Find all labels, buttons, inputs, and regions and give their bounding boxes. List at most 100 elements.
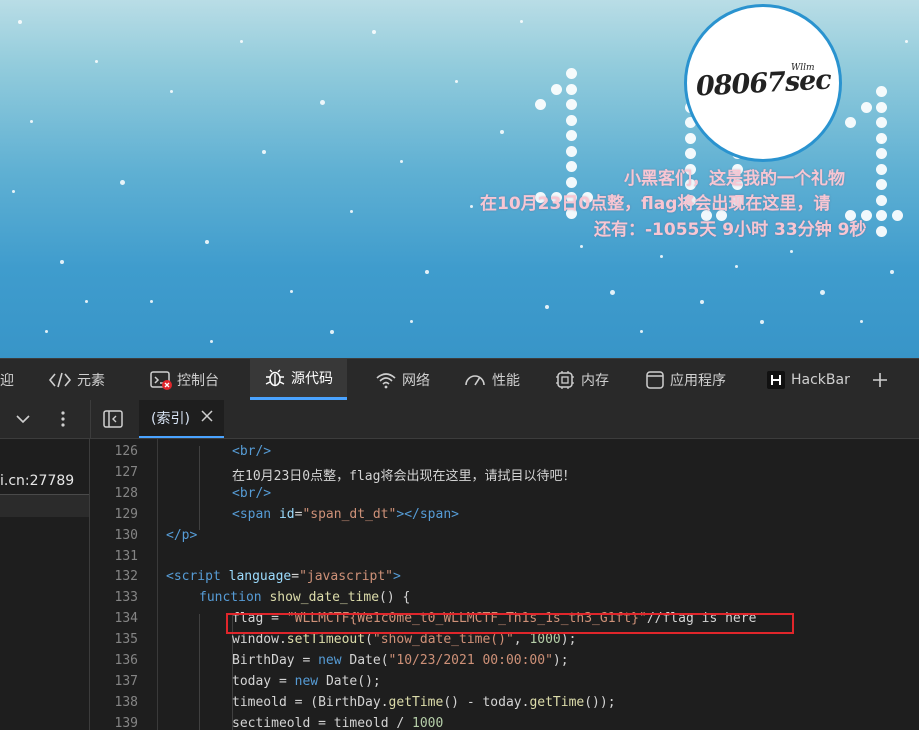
clock-dot <box>876 194 887 206</box>
plus-icon <box>870 370 890 390</box>
snow-dot <box>30 120 33 123</box>
code-line: <br/> <box>232 486 271 501</box>
line-number[interactable]: 132 <box>90 569 138 584</box>
tab-application[interactable]: 应用程序 <box>645 359 726 400</box>
line-number[interactable]: 134 <box>90 611 138 626</box>
code-token: ()); <box>584 694 616 710</box>
tab-welcome[interactable]: 迎 <box>0 359 14 400</box>
more-options-icon[interactable] <box>58 410 68 432</box>
clock-dot <box>566 68 577 79</box>
code-token: "show_date_time()" <box>372 632 514 648</box>
line-number[interactable]: 130 <box>90 528 138 543</box>
clock-dot <box>876 210 887 221</box>
elements-icon <box>48 371 72 389</box>
snow-dot <box>350 210 353 213</box>
code-token: > <box>393 569 401 585</box>
snow-dot <box>170 90 173 93</box>
code-token: 在10月23日0点整，flag将会出现在这里，请拭目以待吧！ <box>232 468 576 484</box>
navigator-selected-row[interactable] <box>0 495 89 517</box>
line-number[interactable]: 131 <box>90 549 138 564</box>
add-tab-button[interactable] <box>870 359 890 400</box>
code-editor[interactable]: 126 <br/> 127 在10月23日0点整，flag将会出现在这里，请拭目以待吧… <box>90 439 919 730</box>
logo-text: 08067sec <box>694 63 832 103</box>
snow-dot <box>45 330 48 333</box>
snow-dot <box>425 270 429 274</box>
hackbar-icon <box>766 370 786 390</box>
greeting-line: 小黑客们，这是我的一个礼物 <box>624 169 845 189</box>
clock-dot <box>566 130 577 141</box>
navigator-host-item[interactable]: i.cn:27789 <box>0 468 89 495</box>
line-number[interactable]: 129 <box>90 507 138 522</box>
tab-label: 内存 <box>581 372 609 389</box>
code-line: <br/> <box>232 444 271 459</box>
code-token: timeold = (BirthDay. <box>232 694 389 710</box>
snow-dot <box>905 40 908 43</box>
tab-performance[interactable]: 性能 <box>463 359 520 400</box>
line-number[interactable]: 126 <box>90 444 138 459</box>
gauge-icon <box>463 371 487 389</box>
clock-dot <box>566 99 577 110</box>
tab-memory[interactable]: 内存 <box>554 359 609 400</box>
tab-sources[interactable]: 源代码 <box>250 359 347 400</box>
tab-console[interactable]: 控制台 <box>150 359 219 400</box>
code-token: , <box>513 632 530 648</box>
snow-dot <box>520 20 523 23</box>
code-line: </p> <box>166 528 197 543</box>
line-number[interactable]: 138 <box>90 695 138 710</box>
code-token: </p> <box>166 527 198 543</box>
line-number[interactable]: 135 <box>90 632 138 647</box>
code-token: Date(); <box>325 673 381 689</box>
bug-icon <box>264 368 286 388</box>
snow-dot <box>18 20 22 24</box>
code-token: ( <box>365 632 373 648</box>
code-token: <br/> <box>232 485 272 501</box>
snow-dot <box>150 300 153 303</box>
tab-index-file[interactable]: (索引) <box>139 400 224 438</box>
code-token: <script <box>166 569 229 585</box>
line-number[interactable]: 128 <box>90 486 138 501</box>
site-logo: Wllm 08067sec <box>684 4 842 162</box>
snow-dot <box>85 300 88 303</box>
toggle-navigator-icon[interactable] <box>103 410 123 432</box>
code-token: <br/> <box>232 444 272 459</box>
code-line: <span id="span_dt_dt"></span> <box>232 507 459 522</box>
code-token: new <box>294 673 326 689</box>
code-line: today = new Date(); <box>232 674 381 689</box>
line-number[interactable]: 133 <box>90 590 138 605</box>
clock-dot <box>566 114 577 126</box>
line-number[interactable]: 127 <box>90 465 138 480</box>
code-token: 1000 <box>412 715 444 730</box>
tab-hackbar[interactable]: HackBar <box>766 359 850 400</box>
tab-network[interactable]: 网络 <box>375 359 430 400</box>
line-number[interactable]: 139 <box>90 716 138 730</box>
code-line: window.setTimeout("show_date_time()", 10… <box>232 632 576 647</box>
clock-dot <box>535 99 546 110</box>
tab-label: 应用程序 <box>670 372 726 389</box>
clock-dot <box>891 210 903 221</box>
code-token: sectimeold = timeold / <box>232 715 413 730</box>
indent-guide <box>199 614 200 730</box>
code-line: BirthDay = new Date("10/23/2021 00:00:00… <box>232 653 569 668</box>
snow-dot <box>262 150 266 154</box>
code-line: function show_date_time() { <box>199 590 410 605</box>
line-number[interactable]: 136 <box>90 653 138 668</box>
code-token: language <box>228 569 292 585</box>
code-token: ); <box>560 632 577 648</box>
clock-dot <box>685 148 696 159</box>
editor-tab-strip: (索引) <box>90 400 919 439</box>
close-icon[interactable] <box>200 409 214 427</box>
code-token: new <box>318 653 350 668</box>
tab-elements[interactable]: 元素 <box>48 359 105 400</box>
clock-dot <box>876 225 887 237</box>
snow-dot <box>500 130 504 134</box>
snow-dot <box>640 330 643 333</box>
snow-dot <box>400 160 403 163</box>
snow-dot <box>290 290 293 293</box>
chevron-down-icon[interactable] <box>14 411 32 431</box>
line-number[interactable]: 137 <box>90 674 138 689</box>
snow-dot <box>60 260 64 264</box>
clock-dot <box>550 83 562 95</box>
code-token: getTime <box>388 694 444 710</box>
console-icon <box>150 370 172 390</box>
tab-label: 性能 <box>492 372 520 389</box>
